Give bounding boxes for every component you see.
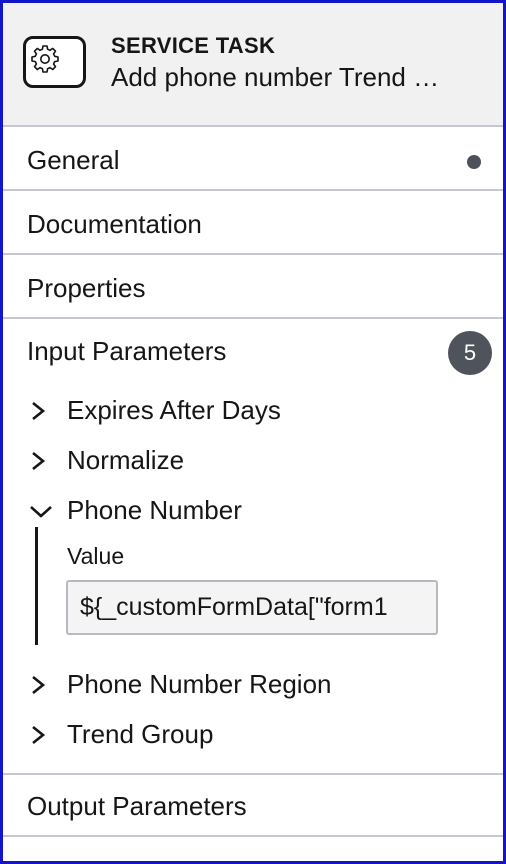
group-input-parameters[interactable]: Input Parameters — [27, 336, 226, 367]
group-documentation[interactable]: Documentation — [3, 193, 503, 255]
element-name: Add phone number Trend … — [111, 62, 440, 92]
panel-header: SERVICE TASK Add phone number Trend … — [3, 3, 503, 127]
group-output-parameters[interactable]: Output Parameters — [3, 775, 503, 837]
element-type-label: SERVICE TASK — [111, 33, 276, 58]
param-expires-after-days[interactable]: Expires After Days — [3, 391, 503, 431]
chevron-right-icon — [32, 401, 46, 421]
param-label: Normalize — [67, 445, 185, 475]
param-label: Expires After Days — [67, 395, 281, 425]
param-phone-number-region[interactable]: Phone Number Region — [3, 665, 503, 705]
input-parameters-count-badge: 5 — [448, 331, 492, 375]
properties-panel: SERVICE TASK Add phone number Trend … Ge… — [0, 0, 506, 864]
changed-indicator-dot — [467, 155, 481, 169]
group-general[interactable]: General — [3, 129, 503, 191]
value-label: Value — [67, 543, 125, 569]
param-normalize[interactable]: Normalize — [3, 441, 503, 481]
group-documentation-label: Documentation — [27, 209, 202, 239]
chevron-right-icon — [32, 675, 46, 695]
param-phone-number[interactable]: Phone Number — [3, 491, 503, 531]
group-output-parameters-label: Output Parameters — [27, 791, 247, 821]
expanded-section-line — [35, 527, 38, 645]
group-general-label: General — [27, 145, 120, 175]
service-task-icon — [23, 36, 86, 88]
chevron-right-icon — [32, 725, 46, 745]
chevron-right-icon — [32, 451, 46, 471]
param-label: Phone Number Region — [67, 669, 332, 699]
param-label: Trend Group — [67, 719, 214, 749]
phone-number-value-input[interactable] — [66, 580, 438, 635]
group-properties[interactable]: Properties — [3, 257, 503, 319]
gear-icon — [31, 45, 59, 73]
param-trend-group[interactable]: Trend Group — [3, 715, 503, 755]
param-label: Phone Number — [67, 495, 242, 525]
chevron-down-icon — [30, 506, 52, 518]
group-properties-label: Properties — [27, 273, 146, 303]
